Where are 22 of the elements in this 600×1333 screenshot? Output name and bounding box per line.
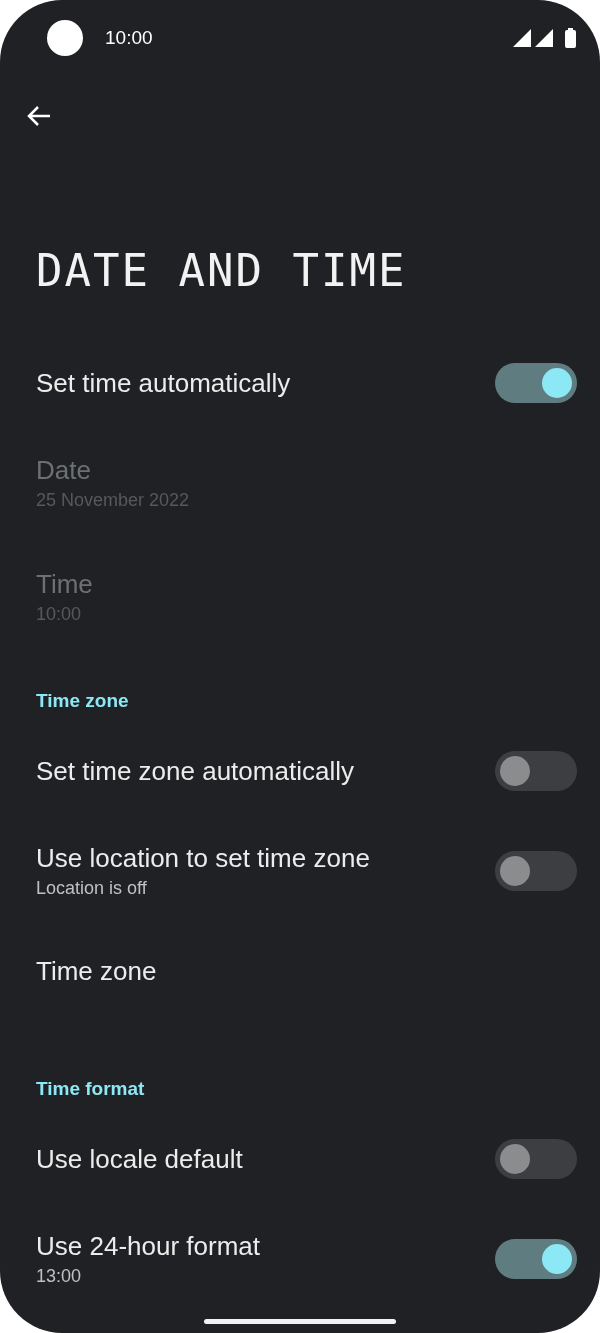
toggle-switch[interactable]	[495, 1139, 577, 1179]
section-header: Time zone	[35, 689, 130, 713]
section-header: Time format	[35, 1077, 146, 1101]
setting-title[interactable]: Use locale default	[36, 1143, 495, 1175]
setting-title[interactable]: Use location to set time zone	[36, 843, 495, 874]
camera-cutout	[47, 20, 83, 56]
setting-title[interactable]: Use 24-hour format	[36, 1231, 495, 1262]
setting-summary: 25 November 2022	[36, 490, 191, 511]
back-arrow-icon	[26, 104, 52, 128]
toggle-switch[interactable]	[495, 363, 577, 403]
setting-summary: 10:00	[36, 604, 83, 625]
setting-title[interactable]: Set time automatically	[36, 367, 495, 399]
toggle-switch[interactable]	[495, 851, 577, 891]
setting-title[interactable]: Set time zone automatically	[36, 755, 495, 787]
setting-title[interactable]: Time zone	[36, 955, 577, 987]
setting-summary: Location is off	[36, 878, 148, 899]
toggle-switch[interactable]	[495, 1239, 577, 1279]
battery-icon	[565, 28, 576, 48]
status-time: 10:00	[105, 27, 154, 49]
page-title: DATE AND TIME	[35, 244, 408, 298]
setting-summary: 13:00	[36, 1266, 83, 1287]
toggle-switch[interactable]	[495, 751, 577, 791]
